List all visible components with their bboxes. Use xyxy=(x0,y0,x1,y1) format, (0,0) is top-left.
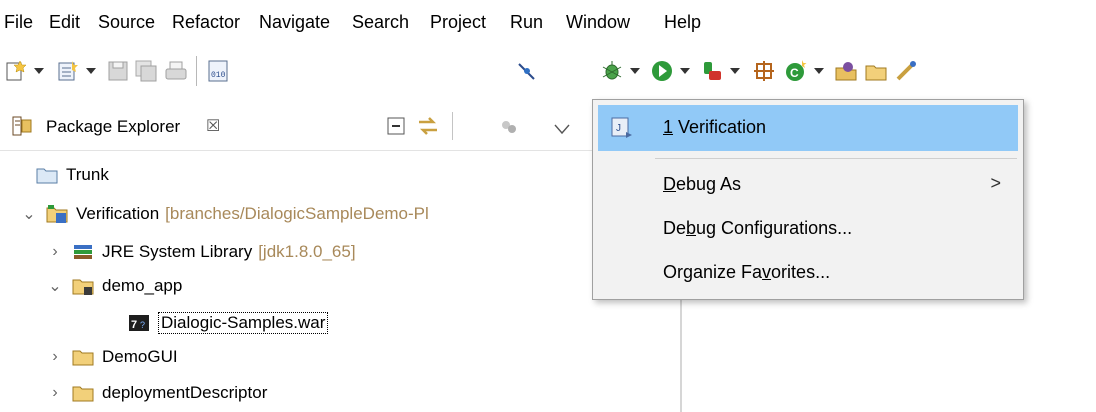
svg-text:J: J xyxy=(616,123,621,134)
chevron-down-icon[interactable]: ⌄ xyxy=(46,276,64,296)
chevron-right-icon[interactable]: › xyxy=(46,348,64,366)
chevron-right-icon[interactable]: › xyxy=(46,384,64,402)
folder-icon xyxy=(72,276,94,296)
debug-icon xyxy=(600,59,624,83)
print-button[interactable] xyxy=(164,58,188,84)
save-button[interactable] xyxy=(106,58,130,84)
tree-item-verification[interactable]: ⌄ Verification [branches/DialogicSampleD… xyxy=(20,201,429,227)
menu-file[interactable]: File xyxy=(4,10,33,34)
new-java-class-icon: C xyxy=(784,59,808,83)
print-icon xyxy=(164,59,188,83)
menu-project[interactable]: Project xyxy=(430,10,486,34)
menu-search[interactable]: Search xyxy=(352,10,409,34)
submenu-arrow-icon: > xyxy=(990,173,1001,193)
package-explorer-tab-label[interactable]: Package Explorer xyxy=(46,117,180,137)
run-icon xyxy=(650,59,674,83)
open-folder-button[interactable] xyxy=(864,58,888,84)
coverage-button[interactable] xyxy=(700,58,740,84)
svg-text:010: 010 xyxy=(211,71,226,80)
save-all-button[interactable] xyxy=(134,58,158,84)
menu-refactor[interactable]: Refactor xyxy=(172,10,240,34)
mnemonic: v xyxy=(762,262,772,282)
folder-icon xyxy=(72,383,94,403)
menu-navigate[interactable]: Navigate xyxy=(259,10,330,34)
new-class-icon xyxy=(752,59,776,83)
tree-item-trunk[interactable]: Trunk xyxy=(36,162,109,188)
chevron-down-icon[interactable]: ⌄ xyxy=(20,204,38,224)
new-button[interactable] xyxy=(56,58,96,84)
menu-window[interactable]: Window xyxy=(566,10,630,34)
brush-button[interactable] xyxy=(894,58,918,84)
menu-edit[interactable]: Edit xyxy=(49,10,80,34)
save-all-icon xyxy=(134,59,158,83)
skip-breakpoints-icon xyxy=(514,59,538,83)
menu-source[interactable]: Source xyxy=(98,10,155,34)
tree-item-deployment-descriptor[interactable]: › deploymentDescriptor xyxy=(46,380,267,406)
view-header-divider xyxy=(0,150,680,151)
new-java-class-button[interactable]: C xyxy=(784,58,824,84)
chevron-right-icon[interactable]: › xyxy=(46,243,64,261)
tree-item-demogui[interactable]: › DemoGUI xyxy=(46,344,178,370)
link-with-editor-icon[interactable] xyxy=(416,114,440,143)
menu-item-label: Verification xyxy=(673,117,767,137)
library-icon xyxy=(72,242,94,262)
new-icon xyxy=(56,59,80,83)
toolbar-separator xyxy=(196,56,197,86)
tree-item-label: JRE System Library xyxy=(102,242,253,261)
menu-item-debug-configurations[interactable]: Debug Configurations... xyxy=(593,206,1023,252)
mnemonic: D xyxy=(663,174,676,194)
new-class-button[interactable] xyxy=(752,58,776,84)
tree-item-demo-app[interactable]: ⌄ demo_app xyxy=(46,273,182,299)
folder-icon xyxy=(36,165,58,185)
focus-icon[interactable] xyxy=(498,116,518,141)
menu-help[interactable]: Help xyxy=(664,10,701,34)
brush-icon xyxy=(894,59,918,83)
debug-dropdown-menu: J 1 Verification Debug As > Debug Config… xyxy=(592,99,1024,300)
tree-item-label: Verification xyxy=(76,204,160,223)
project-icon xyxy=(46,204,68,224)
save-icon xyxy=(106,59,130,83)
tree-item-label: DemoGUI xyxy=(102,347,178,366)
new-wizard-button[interactable] xyxy=(4,58,44,84)
package-explorer-header: Package Explorer ☒ xyxy=(0,102,596,150)
collapse-all-icon[interactable] xyxy=(386,116,406,141)
menu-bar: File Edit Source Refactor Navigate Searc… xyxy=(0,0,1096,46)
menu-item-recent-launch[interactable]: J 1 Verification xyxy=(598,105,1018,151)
svg-text:C: C xyxy=(790,66,799,80)
jdk-decoration: [jdk1.8.0_65] xyxy=(258,242,356,261)
svg-text:?: ? xyxy=(140,320,145,330)
view-menu-icon[interactable] xyxy=(554,120,570,140)
menu-item-organize-favorites[interactable]: Organize Favorites... xyxy=(593,250,1023,296)
tree-item-label: demo_app xyxy=(102,276,183,295)
tree-item-dialogic-samples-war[interactable]: 7? Dialogic-Samples.war xyxy=(128,310,329,336)
svg-text:7: 7 xyxy=(131,319,137,331)
new-wizard-icon xyxy=(4,59,28,83)
menu-separator xyxy=(655,158,1017,159)
tree-item-jre-system-library[interactable]: › JRE System Library [jdk1.8.0_65] xyxy=(46,239,356,265)
skip-breakpoints-button[interactable] xyxy=(514,58,538,84)
mnemonic: 1 xyxy=(663,117,674,137)
launch-config-icon: J xyxy=(610,116,634,145)
package-explorer-icon xyxy=(12,116,32,136)
run-button[interactable] xyxy=(650,58,690,84)
main-toolbar: 010 C xyxy=(0,46,1096,102)
tree-item-label: Trunk xyxy=(66,165,109,184)
debug-button[interactable] xyxy=(600,58,640,84)
close-view-icon[interactable]: ☒ xyxy=(206,116,220,136)
open-type-icon xyxy=(834,59,858,83)
open-type-button[interactable] xyxy=(834,58,858,84)
binary-button[interactable]: 010 xyxy=(206,58,230,84)
tree-item-label: deploymentDescriptor xyxy=(102,383,268,402)
menu-item-debug-as[interactable]: Debug As > xyxy=(593,162,1023,208)
war-file-icon: 7? xyxy=(128,313,150,333)
svn-decoration: [branches/DialogicSampleDemo-Pl xyxy=(165,204,429,223)
binary-icon: 010 xyxy=(206,59,230,83)
open-folder-icon xyxy=(864,59,888,83)
view-toolbar-separator xyxy=(452,112,453,140)
coverage-icon xyxy=(700,59,724,83)
tree-item-label: Dialogic-Samples.war xyxy=(158,312,329,334)
folder-icon xyxy=(72,347,94,367)
mnemonic: b xyxy=(686,218,697,238)
menu-run[interactable]: Run xyxy=(510,10,543,34)
